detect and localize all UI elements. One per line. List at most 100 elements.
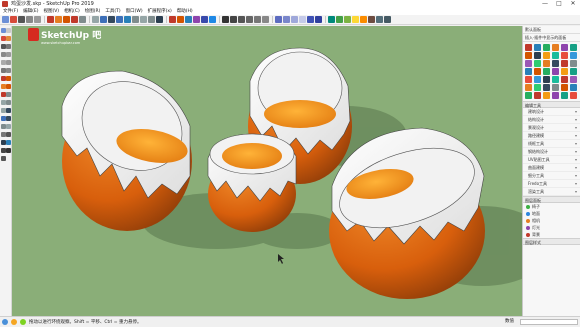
zoom-window-tool-icon[interactable] <box>6 132 11 137</box>
textured-icon[interactable] <box>307 16 314 23</box>
plugin-row[interactable]: 路径建模 ▾ <box>523 132 580 140</box>
tray-tool-icon[interactable] <box>570 92 577 99</box>
tray-tool-icon[interactable] <box>543 84 550 91</box>
rotate-icon[interactable] <box>63 16 70 23</box>
tray-tool-icon[interactable] <box>525 76 532 83</box>
view-top-icon[interactable] <box>230 16 237 23</box>
model-viewport[interactable]: SketchUp 吧 www.sketchupbar.com <box>12 26 522 316</box>
rotate-tool-icon[interactable] <box>6 84 11 89</box>
plugin-row[interactable]: 建筑设计 ▾ <box>523 108 580 116</box>
measurements-input[interactable] <box>520 319 578 325</box>
tray-section-edit[interactable]: 编辑工具 <box>523 101 580 108</box>
tray-tool-icon[interactable] <box>561 68 568 75</box>
tray-tool-icon[interactable] <box>525 84 532 91</box>
menu-camera[interactable]: 相机(C) <box>64 8 80 15</box>
layer-row[interactable]: 背景 <box>523 231 580 238</box>
fog-icon[interactable] <box>360 16 367 23</box>
offset-tool-icon[interactable] <box>6 92 11 97</box>
menu-window[interactable]: 窗口(W) <box>126 8 143 15</box>
menu-draw[interactable]: 绘图(R) <box>85 8 101 15</box>
orbit-icon[interactable] <box>132 16 139 23</box>
zoom-extents-icon[interactable] <box>156 16 163 23</box>
tray-tool-icon[interactable] <box>543 92 550 99</box>
section-plane-icon[interactable] <box>124 16 131 23</box>
view-back-icon[interactable] <box>254 16 261 23</box>
tray-tool-icon[interactable] <box>561 92 568 99</box>
scale-icon[interactable] <box>71 16 78 23</box>
section-tool-icon[interactable] <box>6 140 11 145</box>
zoom-icon[interactable] <box>148 16 155 23</box>
plugin-row[interactable]: 钢结构设计 ▾ <box>523 148 580 156</box>
menu-edit[interactable]: 编辑(E) <box>23 8 38 15</box>
layer-row[interactable]: 椅子 <box>523 203 580 210</box>
tray-tool-icon[interactable] <box>570 68 577 75</box>
view-iso-icon[interactable] <box>222 16 229 23</box>
plugin-row[interactable]: 细分工具 ▾ <box>523 172 580 180</box>
shaded-icon[interactable] <box>299 16 306 23</box>
tray-tool-icon[interactable] <box>525 92 532 99</box>
tray-tool-icon[interactable] <box>552 44 559 51</box>
tray-tool-icon[interactable] <box>561 84 568 91</box>
tray-tool-icon[interactable] <box>561 76 568 83</box>
tray-tool-icon[interactable] <box>543 44 550 51</box>
monochrome-icon[interactable] <box>315 16 322 23</box>
menu-view[interactable]: 视图(V) <box>43 8 59 15</box>
menu-help[interactable]: 帮助(H) <box>177 8 193 15</box>
layer-row[interactable]: 灯光 <box>523 224 580 231</box>
tray-tool-icon[interactable] <box>570 52 577 59</box>
styles-icon[interactable] <box>344 16 351 23</box>
menu-tools[interactable]: 工具(T) <box>105 8 120 15</box>
layer-row[interactable]: 相机 <box>523 217 580 224</box>
polygon-tool-icon[interactable] <box>6 68 11 73</box>
tray-tool-icon[interactable] <box>525 68 532 75</box>
plugin-row[interactable]: 景观设计 ▾ <box>523 124 580 132</box>
dimension-tool-icon[interactable] <box>6 100 11 105</box>
tray-tool-icon[interactable] <box>570 76 577 83</box>
select-icon[interactable] <box>2 16 9 23</box>
view-front-icon[interactable] <box>238 16 245 23</box>
tray-tool-icon[interactable] <box>525 60 532 67</box>
freehand-tool-icon[interactable] <box>6 44 11 49</box>
axes-icon[interactable] <box>116 16 123 23</box>
hidden-line-icon[interactable] <box>291 16 298 23</box>
eraser-icon[interactable] <box>10 16 17 23</box>
move-icon[interactable] <box>55 16 62 23</box>
menu-file[interactable]: 文件(F) <box>3 8 18 15</box>
geo-location-icon[interactable] <box>2 318 8 325</box>
minimize-button[interactable]: — <box>538 0 552 8</box>
style-red-icon[interactable] <box>169 16 176 23</box>
tray-tool-icon[interactable] <box>552 68 559 75</box>
maximize-button[interactable]: □ <box>552 0 566 8</box>
layer-row[interactable]: 地面 <box>523 210 580 217</box>
tray-tool-icon[interactable] <box>525 52 532 59</box>
tray-tool-icon[interactable] <box>552 60 559 67</box>
tray-tool-icon[interactable] <box>534 84 541 91</box>
pan-tool-icon[interactable] <box>6 124 11 129</box>
tray-tool-icon[interactable] <box>543 60 550 67</box>
paint-bucket-icon[interactable] <box>100 16 107 23</box>
tape-measure-icon[interactable] <box>92 16 99 23</box>
tray-tool-icon[interactable] <box>570 60 577 67</box>
followme-tool-icon[interactable] <box>6 76 11 81</box>
line-icon[interactable] <box>18 16 25 23</box>
tray-tool-icon[interactable] <box>534 52 541 59</box>
xray-icon[interactable] <box>275 16 282 23</box>
close-button[interactable]: ✕ <box>566 0 580 8</box>
scenes-icon[interactable] <box>368 16 375 23</box>
plugin-row[interactable]: 线框工具 ▾ <box>523 140 580 148</box>
tray-tool-icon[interactable] <box>561 52 568 59</box>
components-icon[interactable] <box>328 16 335 23</box>
menu-extensions[interactable]: 扩展程序(x) <box>148 8 172 15</box>
wireframe-icon[interactable] <box>283 16 290 23</box>
text-tool-icon[interactable] <box>6 108 11 113</box>
instructor-icon[interactable] <box>20 318 26 325</box>
shadows-icon[interactable] <box>352 16 359 23</box>
style-sky-icon[interactable] <box>209 16 216 23</box>
plugin-row[interactable]: Fredo工具 ▾ <box>523 180 580 188</box>
tray-tool-icon[interactable] <box>543 52 550 59</box>
outliner-icon[interactable] <box>376 16 383 23</box>
pie-tool-icon[interactable] <box>6 52 11 57</box>
tray-tool-icon[interactable] <box>543 76 550 83</box>
tray-tool-icon[interactable] <box>552 52 559 59</box>
offset-icon[interactable] <box>79 16 86 23</box>
